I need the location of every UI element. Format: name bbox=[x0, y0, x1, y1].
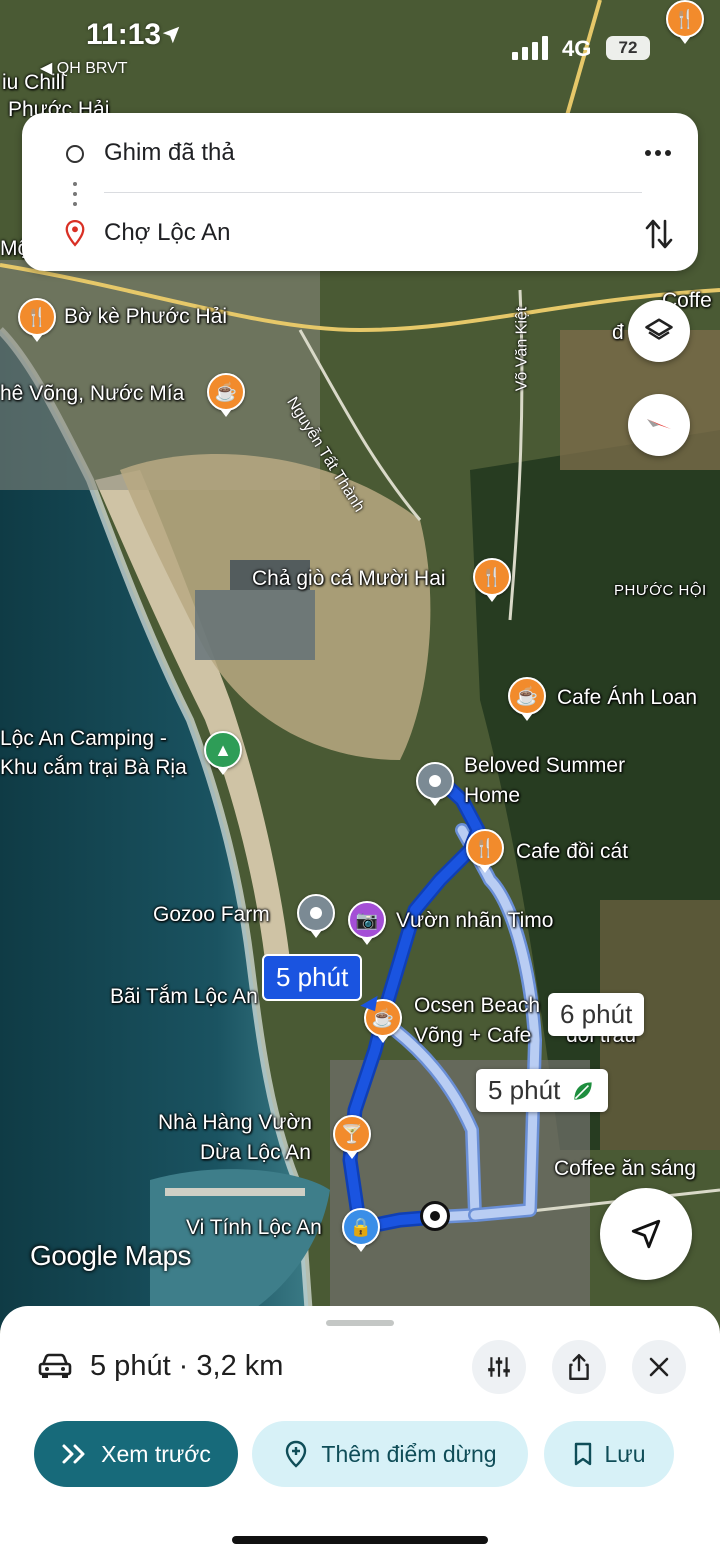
add-stop-button[interactable]: Thêm điểm dừng bbox=[252, 1421, 528, 1487]
map-label: Bãi Tắm Lộc An bbox=[110, 985, 258, 1008]
route-start-marker bbox=[420, 1201, 450, 1231]
cafe-icon[interactable]: ☕ bbox=[207, 373, 245, 417]
home-indicator bbox=[232, 1536, 488, 1544]
layers-icon bbox=[645, 318, 673, 340]
navigate-button[interactable] bbox=[600, 1188, 692, 1280]
map-label: hê Võng, Nước Mía bbox=[0, 382, 185, 405]
tune-icon bbox=[488, 1357, 510, 1377]
route-time-text: 5 phút bbox=[488, 1075, 561, 1105]
navigation-arrow-icon bbox=[631, 1219, 661, 1249]
restaurant-icon[interactable]: 🍴 bbox=[473, 558, 511, 602]
add-stop-button-label: Thêm điểm dừng bbox=[321, 1440, 497, 1467]
directions-card: Ghim đã thả Chợ Lộc An bbox=[22, 113, 698, 271]
close-icon bbox=[649, 1357, 669, 1377]
map-label: Võng + Cafe bbox=[414, 1024, 532, 1047]
close-button[interactable] bbox=[632, 1340, 686, 1394]
preview-button[interactable]: Xem trước bbox=[34, 1421, 238, 1487]
destination-row[interactable]: Chợ Lộc An bbox=[22, 203, 698, 263]
add-location-icon bbox=[286, 1440, 307, 1468]
destination-marker[interactable] bbox=[416, 762, 454, 806]
location-arrow-icon bbox=[162, 26, 180, 44]
map-label: Ocsen Beach bbox=[414, 994, 541, 1017]
map-label: Beloved Summer bbox=[464, 754, 626, 777]
more-options-icon[interactable] bbox=[642, 141, 674, 165]
road-label: Võ Văn Kiệt bbox=[513, 306, 531, 392]
origin-row[interactable]: Ghim đã thả bbox=[22, 123, 698, 183]
restaurant-icon[interactable]: 🍴 bbox=[18, 298, 56, 342]
location-pin-icon bbox=[65, 219, 85, 247]
battery-indicator: 72 bbox=[606, 36, 650, 60]
route-summary-text: 5 phút · 3,2 km bbox=[90, 1349, 284, 1382]
map-label: PHƯỚC HỘI bbox=[614, 582, 707, 599]
save-button[interactable]: Lưu bbox=[544, 1421, 674, 1487]
map-label: Vườn nhãn Timo bbox=[396, 909, 554, 932]
compass-button[interactable] bbox=[628, 394, 690, 456]
signal-icon bbox=[512, 36, 548, 60]
divider bbox=[104, 192, 642, 193]
route-time-badge-alt[interactable]: 5 phút bbox=[476, 1069, 609, 1112]
swap-icon[interactable] bbox=[644, 217, 674, 251]
camping-icon[interactable]: ▲ bbox=[204, 731, 242, 775]
map-label: Home bbox=[464, 784, 521, 807]
map-label: Chả giò cá Mười Hai bbox=[252, 567, 446, 590]
photo-spot-icon[interactable]: 📷 bbox=[348, 901, 386, 945]
map-label: Cafe Ánh Loan bbox=[557, 686, 698, 709]
status-bar: 11:13 ◀ QH BRVT 4G 72 bbox=[0, 0, 720, 80]
route-time-badge-alt[interactable]: 6 phút bbox=[548, 993, 645, 1036]
share-button[interactable] bbox=[552, 1340, 606, 1394]
map-label: Lộc An Camping - bbox=[0, 727, 167, 750]
layers-button[interactable] bbox=[628, 300, 690, 362]
car-icon bbox=[38, 1353, 72, 1378]
double-chevron-icon bbox=[62, 1444, 85, 1464]
network-type: 4G bbox=[562, 36, 592, 61]
map-label: Nhà Hàng Vườn bbox=[158, 1111, 312, 1134]
route-summary: 5 phút · 3,2 km bbox=[38, 1346, 283, 1386]
origin-field[interactable]: Ghim đã thả bbox=[104, 139, 235, 167]
eco-leaf-icon bbox=[574, 1081, 592, 1100]
cafe-icon[interactable]: ☕ bbox=[508, 677, 546, 721]
back-to-app[interactable]: ◀ QH BRVT bbox=[40, 58, 128, 78]
destination-field[interactable]: Chợ Lộc An bbox=[104, 219, 230, 247]
map-label: Cafe đồi cát bbox=[516, 840, 629, 863]
map-label: đ bbox=[612, 321, 624, 344]
route-time-text: 6 phút bbox=[560, 999, 633, 1029]
route-time-text: 5 phút bbox=[276, 962, 349, 992]
google-maps-logo: Google Maps bbox=[30, 1240, 192, 1271]
bar-icon[interactable]: 🍸 bbox=[333, 1115, 371, 1159]
place-icon[interactable] bbox=[297, 894, 335, 938]
route-bottom-sheet: 5 phút · 3,2 km Xem trước Thêm điểm dừng bbox=[0, 1306, 720, 1558]
restaurant-icon[interactable]: 🍴 bbox=[466, 829, 504, 873]
map-label: Gozoo Farm bbox=[153, 903, 270, 926]
share-icon bbox=[569, 1353, 589, 1381]
shop-icon[interactable]: 🔒 bbox=[342, 1208, 380, 1252]
map-label: Khu cắm trại Bà Rịa bbox=[0, 756, 187, 779]
status-time: 11:13 bbox=[86, 18, 162, 51]
route-time-badge-primary[interactable]: 5 phút bbox=[262, 954, 363, 1001]
map-label: Coffee ăn sáng bbox=[554, 1157, 697, 1180]
bookmark-icon bbox=[574, 1442, 591, 1466]
map-label: Vi Tính Lộc An bbox=[186, 1216, 322, 1239]
preview-button-label: Xem trước bbox=[101, 1440, 211, 1467]
compass-icon bbox=[647, 419, 671, 429]
map-label: Bờ kè Phước Hải bbox=[64, 305, 227, 328]
sheet-drag-handle[interactable] bbox=[326, 1320, 394, 1326]
route-options-button[interactable] bbox=[472, 1340, 526, 1394]
save-button-label: Lưu bbox=[604, 1440, 646, 1467]
origin-circle-icon bbox=[66, 145, 84, 163]
map-label: Dừa Lộc An bbox=[200, 1141, 311, 1164]
